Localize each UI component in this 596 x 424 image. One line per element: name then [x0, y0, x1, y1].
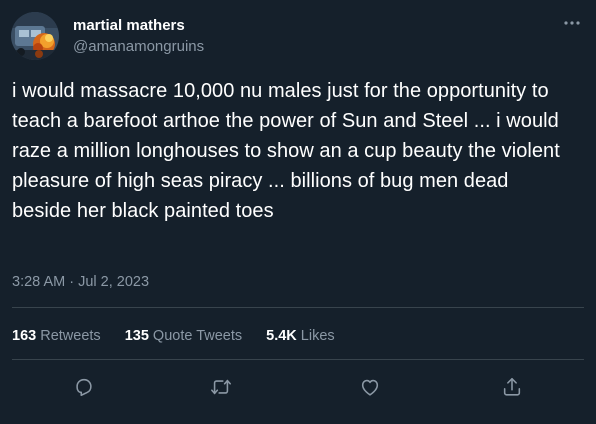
quote-tweets-label: Quote Tweets — [152, 328, 243, 344]
more-options-icon — [564, 21, 580, 25]
retweets-stat[interactable]: 163 Retweets — [12, 327, 101, 345]
likes-count: 5.4K — [266, 328, 297, 344]
like-button[interactable] — [355, 372, 385, 402]
divider — [12, 307, 584, 308]
retweet-button[interactable] — [206, 372, 236, 402]
quote-tweets-stat[interactable]: 135 Quote Tweets — [125, 327, 242, 345]
retweets-label: Retweets — [40, 328, 101, 344]
tweet-actions — [0, 372, 596, 402]
tweet-stats: 163 Retweets 135 Quote Tweets 5.4K Likes — [12, 327, 335, 345]
tweet-text: i would massacre 10,000 nu males just fo… — [12, 80, 560, 222]
like-icon — [361, 379, 379, 396]
avatar-image — [11, 12, 59, 60]
divider — [12, 359, 584, 360]
retweets-count: 163 — [12, 328, 37, 344]
share-icon — [503, 377, 521, 396]
user-block[interactable]: martial mathers @amanamongruins — [73, 17, 204, 56]
tweet-timestamp[interactable]: 3:28 AM · Jul 2, 2023 — [12, 273, 149, 291]
more-options-button[interactable] — [561, 14, 583, 32]
tweet-card: martial mathers @amanamongruins i would … — [0, 0, 596, 424]
display-name[interactable]: martial mathers — [73, 17, 204, 35]
avatar[interactable] — [11, 12, 59, 60]
reply-icon — [76, 378, 92, 397]
quote-tweets-count: 135 — [124, 328, 149, 344]
likes-label: Likes — [300, 328, 335, 344]
retweet-icon — [211, 379, 231, 395]
tweet-header: martial mathers @amanamongruins — [11, 12, 585, 62]
share-button[interactable] — [497, 372, 527, 402]
reply-button[interactable] — [69, 372, 99, 402]
likes-stat[interactable]: 5.4K Likes — [266, 327, 335, 345]
user-handle[interactable]: @amanamongruins — [73, 38, 204, 56]
